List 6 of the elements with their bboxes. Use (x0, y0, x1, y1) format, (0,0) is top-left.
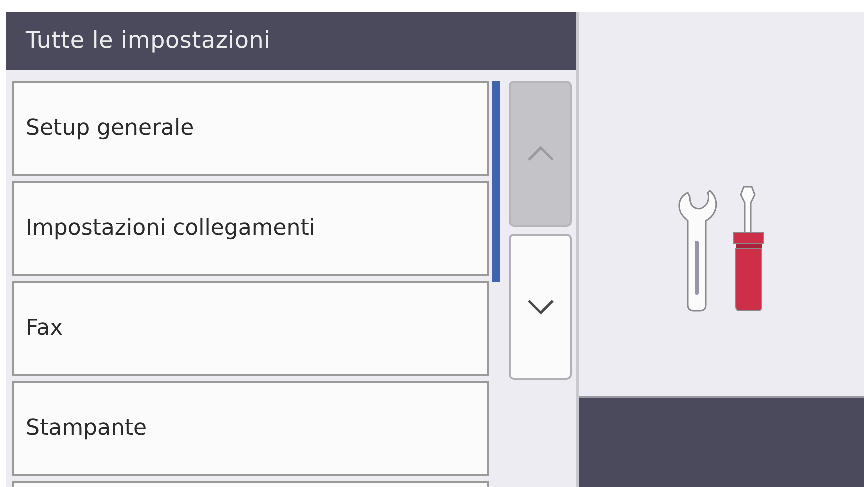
menu-item[interactable]: Setup generale (12, 81, 489, 176)
menu-item[interactable]: Impostazioni collegamenti (12, 181, 489, 276)
screen-title: Tutte le impostazioni (26, 28, 271, 54)
menu-item[interactable]: Stampante (12, 381, 489, 476)
menu-item[interactable]: Fax (12, 281, 489, 376)
scroll-down-button[interactable] (509, 234, 572, 380)
